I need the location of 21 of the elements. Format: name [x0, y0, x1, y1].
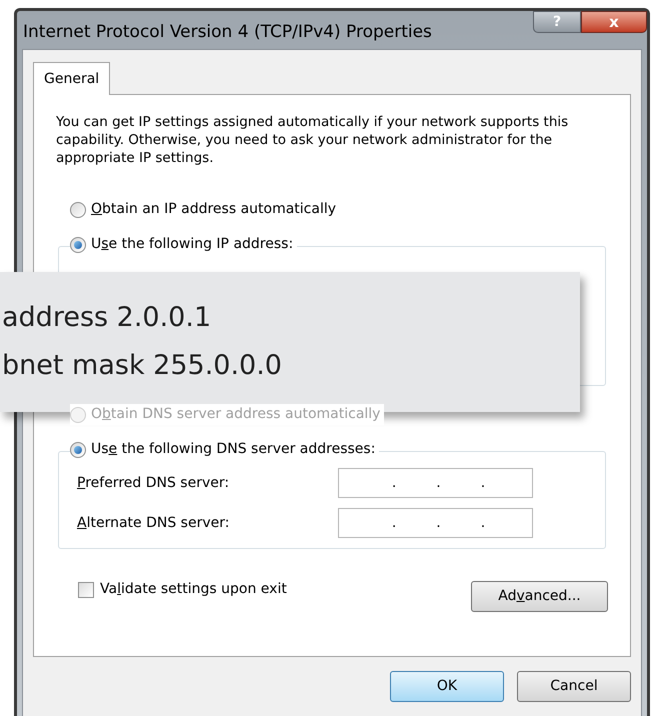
field-label: Preferred DNS server: — [77, 474, 230, 492]
ip-address-field[interactable]: . . . — [338, 468, 533, 498]
radio-label: Use the following DNS server addresses: — [91, 440, 376, 459]
description-text: You can get IP settings assigned automatically if your network supports this capability. Otherwise, you need to ask your network administrator for the appropriate IP settings. — [56, 113, 570, 167]
field-label: Alternate DNS server: — [77, 514, 230, 532]
radio-button[interactable] — [70, 202, 86, 218]
radio-button[interactable] — [70, 236, 86, 252]
callout-text: address 2.0.0.1 — [1, 301, 212, 335]
tab[interactable]: General — [33, 62, 110, 95]
ip-address-field[interactable]: . . . — [338, 508, 533, 538]
dialog-button[interactable]: OK — [390, 671, 504, 702]
checkbox-label: Validate settings upon exit — [100, 580, 287, 599]
callout-text: bnet mask 255.0.0.0 — [1, 349, 283, 383]
radio-button[interactable] — [70, 442, 86, 458]
checkbox[interactable] — [78, 582, 94, 598]
radio-label: Obtain an IP address automatically — [91, 200, 336, 219]
window-title: Internet Protocol Version 4 (TCP/IPv4) Properties — [23, 21, 432, 44]
dialog-button[interactable]: Cancel — [517, 671, 631, 702]
advanced-button[interactable]: Advanced... — [471, 581, 608, 612]
radio-label: Obtain DNS server address automatically — [91, 405, 380, 424]
radio-label: Use the following IP address: — [91, 235, 294, 254]
